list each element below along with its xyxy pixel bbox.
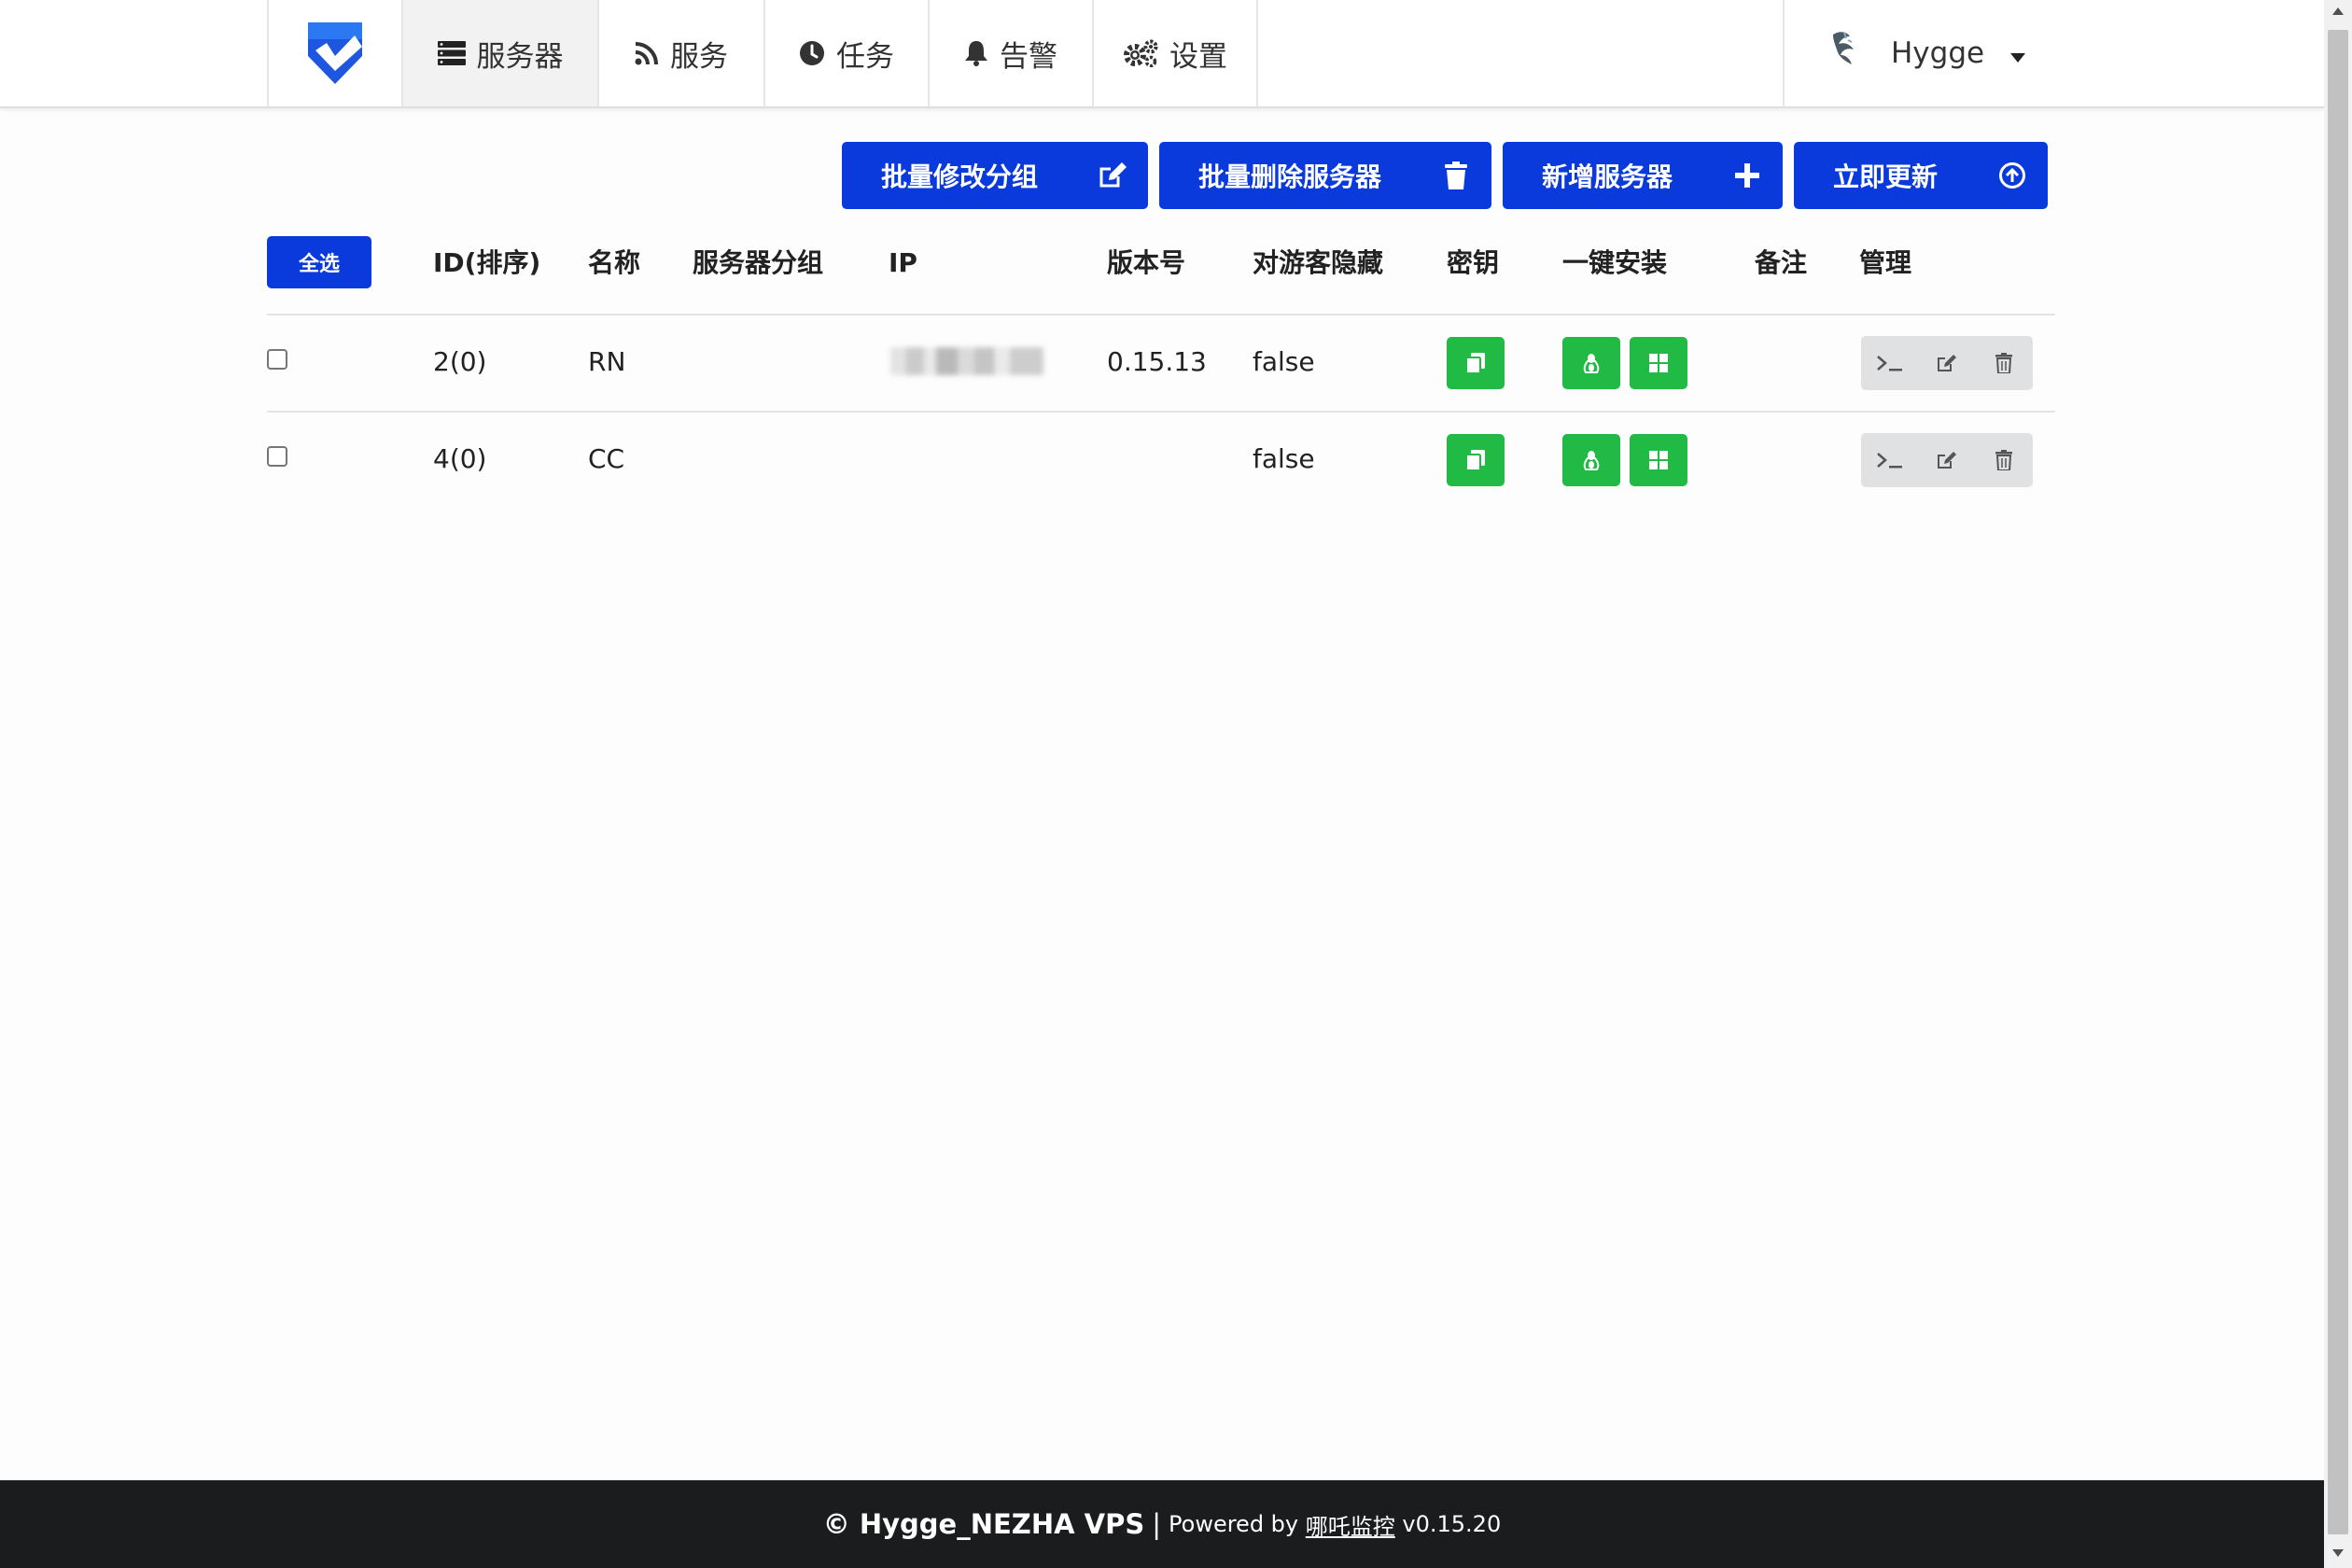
delete-button[interactable]: [1976, 336, 2033, 390]
header-hide-guest: 对游客隐藏: [1253, 247, 1384, 278]
row-id: 2(0): [433, 346, 487, 377]
nav-alerts[interactable]: 告警: [928, 0, 1092, 106]
header-name: 名称: [588, 247, 641, 278]
header-group: 服务器分组: [693, 247, 824, 278]
scroll-thumb[interactable]: [2328, 30, 2348, 1534]
trash-icon: [1995, 450, 2013, 470]
nav-services[interactable]: 服务: [597, 0, 763, 106]
row-hidden: false: [1253, 346, 1315, 377]
edit-icon: [1077, 161, 1148, 189]
add-server-label: 新增服务器: [1542, 161, 1673, 192]
terminal-icon: [1876, 453, 1902, 469]
scroll-down-icon[interactable]: [2332, 1549, 2344, 1557]
manage-button-group: [1861, 433, 2033, 487]
select-all-button[interactable]: 全选: [267, 236, 371, 288]
footer-product-link[interactable]: 哪吒监控: [1306, 1508, 1395, 1541]
add-server-button[interactable]: 新增服务器: [1503, 142, 1783, 209]
gears-icon: [1123, 39, 1158, 67]
header-manage: 管理: [1859, 247, 1912, 278]
footer-powered-by: Powered by: [1169, 1511, 1299, 1537]
manage-button-group: [1861, 336, 2033, 390]
nezha-logo-icon: [308, 22, 362, 84]
header-ip: IP: [889, 247, 917, 278]
batch-edit-group-label: 批量修改分组: [881, 161, 1039, 192]
arrow-up-circle-icon: [1977, 161, 2048, 189]
linux-icon: [1583, 451, 1600, 470]
header-secret: 密钥: [1447, 247, 1500, 278]
rss-icon: [635, 41, 659, 65]
nav-servers[interactable]: 服务器: [401, 0, 597, 106]
copy-secret-button[interactable]: [1447, 337, 1505, 389]
bell-icon: [964, 40, 988, 66]
nav-tasks-label: 任务: [836, 39, 894, 74]
user-name: Hygge: [1891, 36, 1985, 70]
footer-version: v0.15.20: [1402, 1511, 1502, 1537]
table-divider: [267, 411, 2055, 413]
terminal-icon: [1876, 356, 1902, 371]
linux-icon: [1583, 354, 1600, 373]
scroll-up-icon[interactable]: [2332, 7, 2344, 15]
row-name: RN: [588, 346, 626, 377]
trash-icon: [1421, 161, 1491, 189]
install-windows-button[interactable]: [1630, 337, 1687, 389]
nav-settings[interactable]: 设置: [1092, 0, 1258, 106]
header-install: 一键安装: [1562, 247, 1668, 278]
avatar: [1826, 29, 1863, 77]
logo[interactable]: [267, 0, 401, 106]
nav-alerts-label: 告警: [1000, 39, 1057, 74]
batch-delete-label: 批量删除服务器: [1198, 161, 1382, 192]
row-hidden: false: [1253, 443, 1315, 474]
batch-delete-servers-button[interactable]: 批量删除服务器: [1159, 142, 1491, 209]
clock-icon: [799, 40, 825, 66]
windows-icon: [1649, 354, 1668, 372]
windows-icon: [1649, 451, 1668, 469]
delete-button[interactable]: [1976, 433, 2033, 487]
nav-services-label: 服务: [670, 39, 728, 74]
copy-icon: [1466, 353, 1485, 373]
header-id: ID(排序): [433, 247, 541, 278]
top-menu: 服务器 服务 任务 告警 设置 Hygge: [0, 0, 2324, 108]
footer: © Hygge_NEZHA VPS | Powered by 哪吒监控 v0.1…: [0, 1480, 2324, 1568]
batch-edit-group-button[interactable]: 批量修改分组: [842, 142, 1148, 209]
terminal-button[interactable]: [1861, 336, 1918, 390]
row-name: CC: [588, 443, 625, 474]
install-linux-button[interactable]: [1562, 434, 1620, 486]
table-divider: [267, 314, 2055, 315]
edit-icon: [1937, 355, 1956, 371]
copy-icon: [1466, 450, 1485, 470]
row-id: 4(0): [433, 443, 487, 474]
footer-separator: |: [1152, 1508, 1162, 1540]
edit-icon: [1937, 452, 1956, 469]
footer-brand: © Hygge_NEZHA VPS: [822, 1508, 1145, 1540]
copy-secret-button[interactable]: [1447, 434, 1505, 486]
row-checkbox[interactable]: [267, 446, 287, 467]
terminal-button[interactable]: [1861, 433, 1918, 487]
nav-servers-label: 服务器: [476, 39, 564, 74]
row-ip-redacted: [890, 347, 1043, 375]
vertical-scrollbar[interactable]: [2324, 0, 2352, 1568]
server-icon: [437, 41, 466, 65]
chevron-down-icon: [2010, 36, 2026, 70]
update-now-button[interactable]: 立即更新: [1794, 142, 2048, 209]
row-checkbox[interactable]: [267, 349, 287, 370]
header-version: 版本号: [1107, 247, 1186, 278]
edit-button[interactable]: [1918, 336, 1975, 390]
nav-tasks[interactable]: 任务: [763, 0, 928, 106]
install-windows-button[interactable]: [1630, 434, 1687, 486]
user-menu[interactable]: Hygge: [1783, 0, 2324, 106]
trash-icon: [1995, 353, 2013, 373]
nav-settings-label: 设置: [1169, 39, 1227, 74]
update-now-label: 立即更新: [1833, 161, 1939, 192]
edit-button[interactable]: [1918, 433, 1975, 487]
header-note: 备注: [1755, 247, 1808, 278]
install-linux-button[interactable]: [1562, 337, 1620, 389]
plus-icon: [1712, 163, 1783, 188]
row-version: 0.15.13: [1107, 346, 1207, 377]
